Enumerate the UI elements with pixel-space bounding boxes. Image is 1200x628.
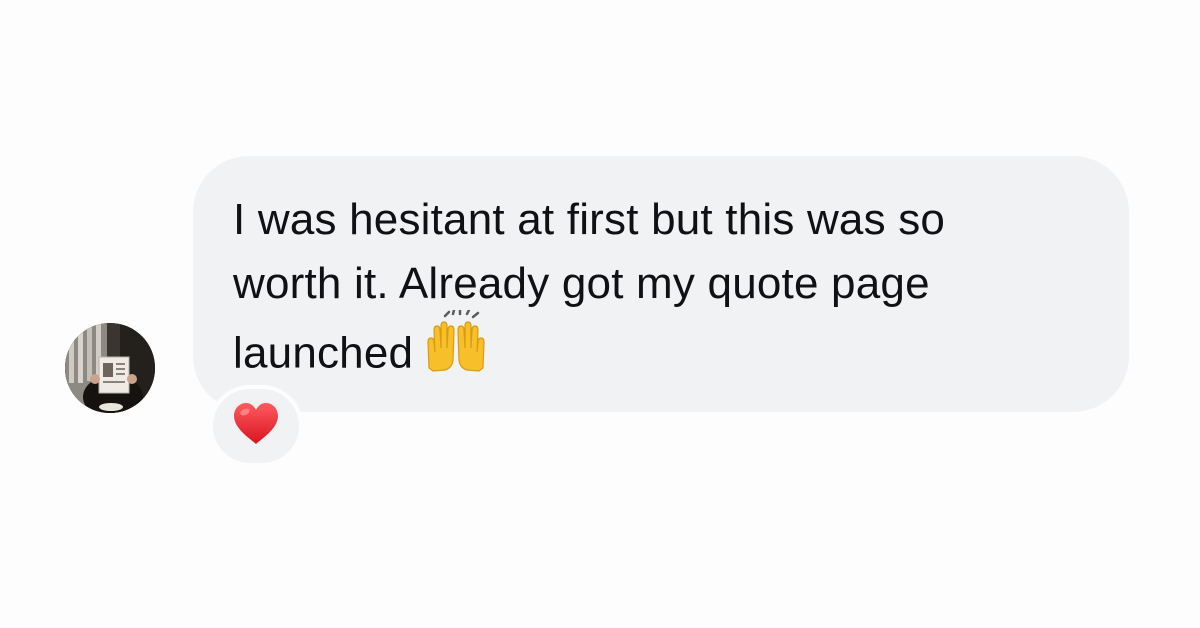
raising-hands-icon	[423, 308, 489, 390]
message-line-text: launched	[233, 328, 414, 378]
message-line: I was hesitant at first but this was so	[233, 195, 946, 244]
reaction-badge[interactable]	[209, 385, 303, 467]
message-bubble[interactable]: I was hesitant at first but this was so …	[193, 156, 1129, 412]
chat-thread: I was hesitant at first but this was so …	[0, 0, 1200, 628]
heart-icon	[232, 402, 280, 451]
message-text: I was hesitant at first but this was so …	[233, 188, 1089, 396]
message-line: worth it. Already got my quote page	[233, 259, 930, 308]
message-line: launched	[233, 308, 1089, 396]
sender-avatar[interactable]	[65, 323, 155, 413]
avatar-photo	[65, 323, 155, 413]
